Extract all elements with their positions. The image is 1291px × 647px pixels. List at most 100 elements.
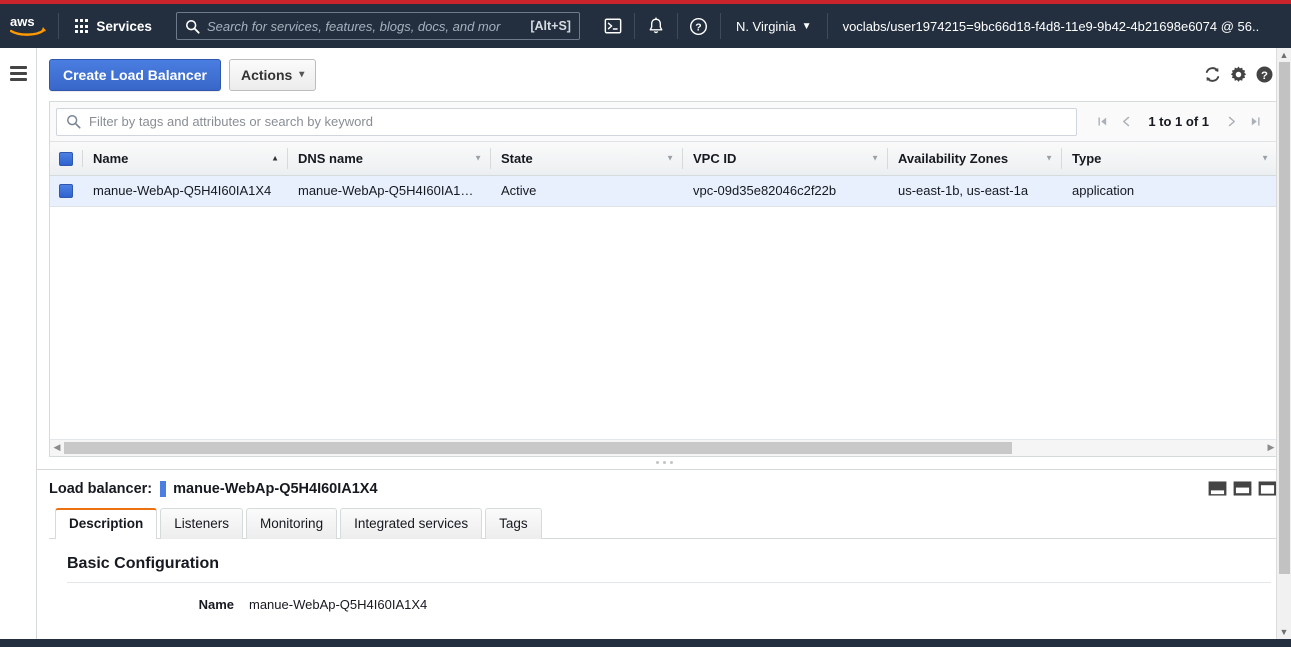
help-panel-button[interactable]: ? (1253, 64, 1275, 86)
row-select-cell[interactable] (50, 175, 83, 206)
tab-monitoring[interactable]: Monitoring (246, 507, 338, 539)
global-search-input[interactable]: Search for services, features, blogs, do… (175, 12, 580, 40)
panel-split-icon[interactable] (1233, 481, 1252, 496)
pagination: 1 to 1 of 1 (1083, 109, 1272, 135)
panel-layout-toggles (1208, 481, 1283, 496)
tab-integrated-services[interactable]: Integrated services (340, 507, 483, 539)
column-header-vpc-id[interactable]: VPC ID ▼ (683, 142, 888, 176)
table-empty-space (49, 206, 1279, 439)
gear-icon (1230, 66, 1246, 82)
sort-menu-icon: ▼ (1045, 153, 1053, 163)
column-label: Availability Zones (898, 150, 1009, 166)
table-header-row: Name ▲ DNS name ▼ State ▼ VPC ID ▼ Avail… (50, 142, 1278, 176)
hscroll-track[interactable] (64, 441, 1264, 455)
detail-field-name: Name manue-WebAp-Q5H4I60IA1X4 (49, 583, 1291, 612)
sort-menu-icon: ▼ (666, 153, 674, 163)
column-header-name[interactable]: Name ▲ (83, 142, 288, 176)
section-title: Basic Configuration (67, 554, 220, 572)
panel-splitter[interactable] (37, 456, 1291, 469)
column-label: Type (1072, 150, 1102, 166)
nav-divider (826, 13, 828, 39)
table-horizontal-scrollbar[interactable]: ◀ ▶ (49, 438, 1279, 457)
tab-description[interactable]: Description (55, 507, 158, 539)
cell-availability-zones: us-east-1b, us-east-1a (888, 175, 1062, 206)
aws-logo-icon: aws (10, 14, 46, 36)
settings-button[interactable] (1227, 64, 1249, 86)
bell-icon (649, 17, 663, 34)
panel-bottom-icon[interactable] (1208, 481, 1227, 496)
sort-menu-icon: ▼ (1261, 153, 1269, 163)
aws-logo[interactable]: aws (0, 4, 56, 48)
select-all-header[interactable] (50, 142, 83, 176)
region-selector[interactable]: N. Virginia ▼ (723, 4, 825, 48)
field-value: manue-WebAp-Q5H4I60IA1X4 (249, 596, 428, 612)
create-load-balancer-button[interactable]: Create Load Balancer (49, 58, 221, 91)
services-label: Services (96, 18, 152, 34)
column-label: State (501, 150, 533, 166)
detail-panel-inner: Load balancer: manue-WebAp-Q5H4I60IA1X4 (37, 469, 1291, 647)
select-all-checkbox[interactable] (59, 152, 73, 167)
pagination-first-button[interactable] (1091, 109, 1113, 135)
services-menu-button[interactable]: Services (61, 4, 164, 48)
actions-dropdown-button[interactable]: Actions ▾ (228, 58, 317, 91)
cell-name: manue-WebAp-Q5H4I60IA1X4 (83, 175, 288, 206)
load-balancer-table: Name ▲ DNS name ▼ State ▼ VPC ID ▼ Avail… (50, 142, 1278, 207)
panel-side-glyph (1258, 481, 1277, 496)
tab-listeners[interactable]: Listeners (160, 507, 244, 539)
table-row[interactable]: manue-WebAp-Q5H4I60IA1X4 manue-WebAp-Q5H… (50, 175, 1278, 206)
hscroll-thumb[interactable] (64, 441, 1012, 454)
cell-vpc-id: vpc-09d35e82046c2f22b (683, 175, 888, 206)
account-menu[interactable]: voclabs/user1974215=9bc66d18-f4d8-11e9-9… (830, 4, 1260, 48)
cloudshell-button[interactable] (594, 4, 632, 48)
search-icon (185, 19, 200, 34)
scroll-down-icon[interactable]: ▼ (1280, 625, 1289, 639)
detail-tab-content: Basic Configuration Name manue-WebAp-Q5H… (49, 539, 1291, 612)
scroll-up-icon[interactable]: ▲ (1280, 48, 1289, 62)
pagination-last-button[interactable] (1244, 109, 1266, 135)
filter-input[interactable]: Filter by tags and attributes or search … (56, 107, 1078, 136)
detail-header-label: Load balancer: (49, 480, 153, 497)
page-body: Create Load Balancer Actions ▾ ? Filter … (0, 48, 1291, 647)
load-balancer-table-panel: Filter by tags and attributes or search … (49, 101, 1279, 207)
sort-menu-icon: ▼ (871, 153, 879, 163)
column-header-availability-zones[interactable]: Availability Zones ▼ (888, 142, 1062, 176)
tab-tags[interactable]: Tags (485, 507, 542, 539)
nav-divider (676, 13, 678, 39)
help-button[interactable]: ? (680, 4, 718, 48)
notifications-button[interactable] (637, 4, 675, 48)
hamburger-menu-icon[interactable] (9, 62, 27, 85)
column-header-type[interactable]: Type ▼ (1062, 142, 1278, 176)
svg-text:aws: aws (10, 14, 35, 29)
panel-side-icon[interactable] (1258, 481, 1277, 496)
detail-header: Load balancer: manue-WebAp-Q5H4I60IA1X4 (49, 470, 1291, 508)
refresh-button[interactable] (1201, 64, 1223, 86)
pagination-prev-button[interactable] (1115, 109, 1137, 135)
column-header-dns-name[interactable]: DNS name ▼ (288, 142, 491, 176)
nav-divider (58, 13, 59, 39)
scroll-left-icon[interactable]: ◀ (50, 442, 64, 453)
page-scroll-thumb[interactable] (1279, 62, 1290, 574)
cell-dns-name: manue-WebAp-Q5H4I60IA1… (288, 175, 491, 206)
detail-header-name: manue-WebAp-Q5H4I60IA1X4 (173, 480, 378, 497)
chevron-left-icon (1122, 116, 1130, 127)
panel-split-glyph (1233, 481, 1252, 496)
column-label: VPC ID (693, 150, 737, 166)
pagination-next-button[interactable] (1220, 109, 1242, 135)
sort-asc-icon: ▲ (271, 153, 279, 163)
column-header-state[interactable]: State ▼ (491, 142, 683, 176)
filter-placeholder: Filter by tags and attributes or search … (89, 114, 373, 129)
left-rail (0, 48, 37, 647)
splitter-dot (655, 461, 659, 464)
row-checkbox[interactable] (59, 184, 73, 199)
region-label: N. Virginia (735, 18, 796, 34)
bottom-bar (0, 639, 1291, 647)
nav-divider (633, 13, 635, 39)
global-search-shortcut: [Alt+S] (530, 19, 571, 33)
page-vertical-scrollbar[interactable]: ▲ ▼ (1276, 48, 1291, 639)
action-toolbar: Create Load Balancer Actions ▾ ? (37, 48, 1291, 101)
cell-state: Active (491, 175, 683, 206)
filter-bar: Filter by tags and attributes or search … (50, 102, 1278, 142)
splitter-dot (662, 461, 666, 464)
column-label: Name (93, 150, 129, 166)
nav-right-group: ? N. Virginia ▼ voclabs/user1974215=9bc6… (594, 4, 1260, 48)
